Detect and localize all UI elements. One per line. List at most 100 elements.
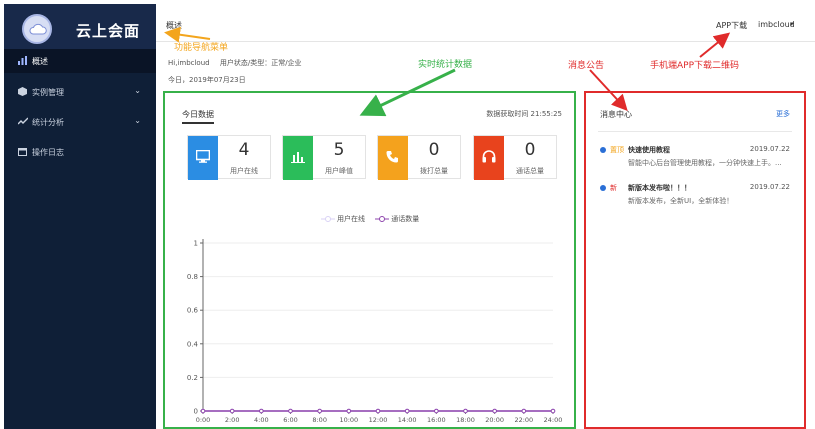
data-point (550, 408, 556, 414)
user-status: 用户状态/类型：正常/企业 (219, 59, 302, 67)
data-point (200, 408, 206, 414)
message-title: 快速使用教程 (628, 146, 670, 154)
top-bar: 概述 APP下载 imbcloud ▾ (156, 0, 815, 42)
data-point (463, 408, 468, 414)
brand-header: 云上会面 (4, 4, 156, 49)
sidebar-item-overview[interactable]: 概述 (4, 49, 156, 73)
stats-panel: 今日数据 数据获取时间 21:55:25 4 用户在线 5 用户峰值 0 拨打总… (163, 91, 576, 429)
bullet-dot (600, 185, 606, 191)
message-summary: 新版本发布，全新UI，全新体验！ (628, 197, 734, 205)
x-tick-label: 12:00 (369, 416, 388, 424)
stat-label: 用户峰值 (325, 167, 353, 175)
message-date: 2019.07.22 (749, 145, 790, 153)
y-tick-label: 0.8 (187, 273, 198, 281)
data-point (288, 408, 293, 414)
stat-label: 通话总量 (516, 167, 544, 175)
more-link[interactable]: 更多 (776, 109, 790, 119)
data-point (492, 408, 497, 414)
today-date: 今日，2019年07月23日 (168, 76, 246, 84)
chart-bar-icon (18, 56, 28, 66)
data-point (317, 408, 322, 414)
chevron-down-icon[interactable]: ▾ (790, 20, 794, 28)
annotation-nav-menu: 功能导航菜单 (174, 43, 229, 53)
annotation-qrcode: 手机端APP下载二维码 (650, 61, 740, 71)
divider (598, 131, 792, 132)
app-download-link[interactable]: APP下载 (716, 20, 747, 31)
y-tick-label: 0.6 (187, 307, 199, 315)
x-tick-label: 6:00 (283, 416, 298, 424)
x-tick-label: 2:00 (225, 416, 240, 424)
stat-value: 0 (524, 140, 536, 160)
sidebar-item-analytics[interactable]: 统计分析 ⌄ (4, 110, 156, 134)
bullet-dot (600, 147, 606, 153)
new-badge: 新 (610, 184, 617, 192)
x-tick-label: 24:00 (544, 416, 563, 424)
legend-label: 用户在线 (337, 215, 365, 223)
data-point (404, 408, 410, 414)
data-point (434, 408, 439, 414)
annotation-realtime: 实时统计数据 (418, 60, 473, 70)
message-center-panel: 消息中心 更多 置顶 快速使用教程 2019.07.22 智能中心后台管理使用教… (584, 91, 806, 429)
brand-name: 云上会面 (76, 22, 141, 40)
sidebar-item-label: 统计分析 (32, 118, 64, 127)
greeting: Hi,imbcloud (168, 59, 210, 67)
stat-value: 0 (428, 140, 440, 160)
welcome-line: Hi,imbcloud 用户状态/类型：正常/企业 (168, 58, 310, 68)
pinned-badge: 置顶 (610, 146, 624, 154)
y-tick-label: 1 (194, 240, 198, 248)
line-chart: 00.20.40.60.810:00 2:00 4:00 6:00 8:00 10:00 1… (187, 239, 563, 424)
cube-icon (18, 87, 28, 97)
legend-item-calls[interactable]: 通话数量 (375, 214, 419, 224)
legend-label: 通话数量 (391, 215, 420, 223)
phone-icon (378, 136, 408, 180)
x-tick-label: 14:00 (398, 416, 417, 424)
chevron-down-icon: ⌄ (134, 86, 141, 95)
bar-chart-icon (283, 136, 313, 180)
stat-label: 拨打总量 (420, 167, 448, 175)
y-tick-label: 0.4 (187, 340, 199, 348)
sidebar-item-logs[interactable]: 操作日志 (4, 140, 156, 164)
stat-card-peak: 5 用户峰值 (282, 135, 366, 180)
tab-overview[interactable]: 概述 (166, 20, 182, 31)
message-title: 新版本发布啦！！！ (628, 184, 691, 192)
y-tick-label: 0.2 (187, 374, 198, 382)
message-center-title: 消息中心 (600, 110, 632, 119)
stat-card-calls: 0 通话总量 (473, 135, 557, 180)
x-tick-label: 0:00 (196, 416, 211, 424)
data-point (375, 408, 381, 414)
trend-line-icon (17, 117, 29, 127)
x-tick-label: 20:00 (485, 416, 504, 424)
message-date: 2019.07.22 (749, 183, 790, 191)
message-summary: 智能中心后台管理使用教程，一分钟快速上手。... (628, 159, 782, 167)
x-tick-label: 8:00 (312, 416, 327, 424)
stat-value: 5 (333, 140, 345, 160)
x-tick-label: 22:00 (514, 416, 533, 424)
chevron-down-icon: ⌄ (134, 116, 141, 125)
stat-card-dial: 0 拨打总量 (377, 135, 461, 180)
calendar-icon (18, 147, 28, 157)
data-point (346, 408, 352, 414)
stat-label: 用户在线 (230, 167, 258, 175)
sidebar-item-label: 实例管理 (32, 88, 64, 97)
y-tick-label: 0 (194, 408, 198, 416)
chart-legend: 用户在线 通话数量 (321, 214, 427, 224)
fetch-time: 数据获取时间 21:55:25 (486, 110, 562, 118)
headset-icon (474, 136, 504, 180)
monitor-icon (188, 136, 218, 180)
sidebar-item-instances[interactable]: 实例管理 ⌄ (4, 80, 156, 104)
data-point (229, 408, 235, 414)
sidebar-item-label: 操作日志 (32, 148, 64, 157)
stat-value: 4 (238, 140, 250, 160)
data-point (259, 408, 264, 414)
sidebar: 云上会面 概述 实例管理 ⌄ 统计分析 ⌄ 操作日志 (4, 4, 156, 429)
x-tick-label: 4:00 (254, 416, 269, 424)
cloud-icon (22, 14, 52, 44)
data-point (521, 408, 527, 414)
sidebar-item-label: 概述 (32, 57, 48, 66)
stats-title: 今日数据 (182, 109, 214, 124)
annotation-announce: 消息公告 (568, 61, 605, 71)
x-tick-label: 18:00 (456, 416, 475, 424)
stat-card-online: 4 用户在线 (187, 135, 271, 180)
legend-item-online[interactable]: 用户在线 (321, 214, 365, 224)
x-tick-label: 16:00 (427, 416, 446, 424)
